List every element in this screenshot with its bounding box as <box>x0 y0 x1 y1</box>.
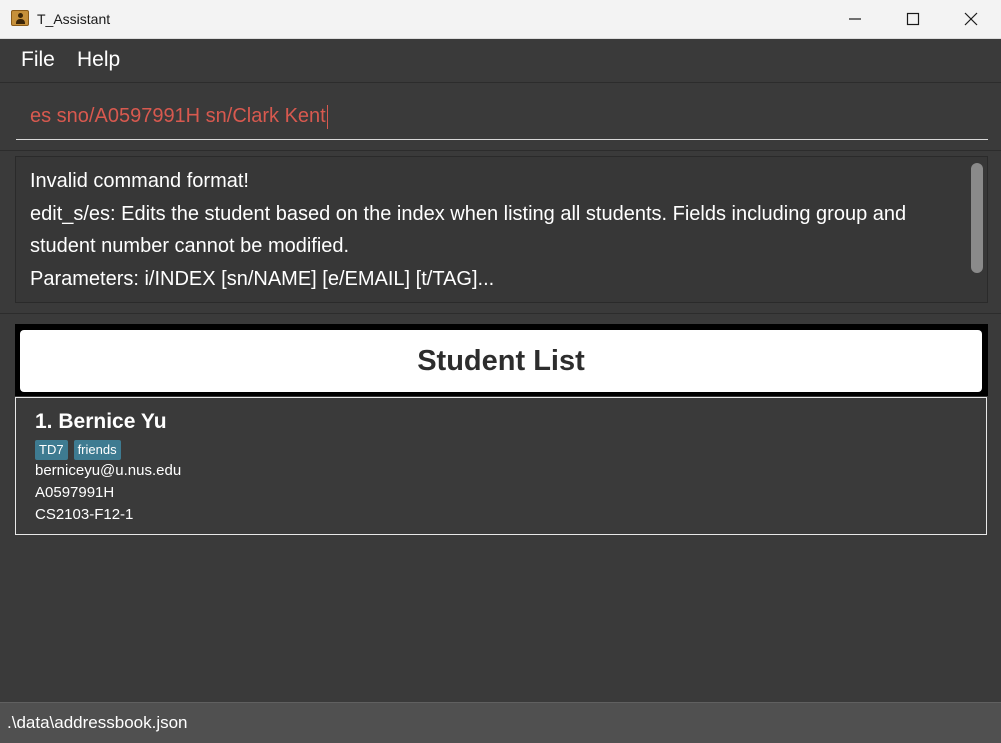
result-text: Invalid command format! edit_s/es: Edits… <box>30 165 960 295</box>
minimize-icon <box>849 18 861 20</box>
student-list-header: Student List <box>20 330 982 392</box>
command-text: es sno/A0597991H sn/Clark Kent <box>30 105 326 127</box>
menu-help[interactable]: Help <box>77 48 120 72</box>
student-card[interactable]: 1. Bernice Yu TD7 friends berniceyu@u.nus… <box>15 397 987 535</box>
close-icon <box>964 12 978 26</box>
student-number: A0597991H <box>35 484 115 501</box>
result-line: edit_s/es: Edits the student based on th… <box>30 202 907 225</box>
status-file-path: .\data\addressbook.json <box>7 713 188 732</box>
maximize-button[interactable] <box>884 0 942 38</box>
command-input[interactable]: es sno/A0597991H sn/Clark Kent <box>16 96 988 140</box>
result-line: Parameters: i/INDEX [sn/NAME] [e/EMAIL] … <box>30 267 495 290</box>
student-name: 1. Bernice Yu <box>35 410 167 433</box>
app-icon <box>11 10 29 26</box>
status-bar: .\data\addressbook.json <box>0 702 1001 743</box>
menu-bar: File Help <box>0 39 1001 83</box>
maximize-icon <box>906 12 920 26</box>
tag-list: TD7 friends <box>35 440 127 460</box>
window-title: T_Assistant <box>37 11 111 27</box>
student-group: CS2103-F12-1 <box>35 506 134 523</box>
menu-file[interactable]: File <box>21 48 55 72</box>
tag-badge: TD7 <box>35 440 68 460</box>
result-scrollbar[interactable] <box>971 163 983 273</box>
close-button[interactable] <box>942 0 1000 38</box>
result-line: Invalid command format! <box>30 170 249 192</box>
result-display[interactable]: Invalid command format! edit_s/es: Edits… <box>15 156 988 303</box>
minimize-button[interactable] <box>826 0 884 38</box>
result-line: student number cannot be modified. <box>30 235 350 257</box>
title-bar: T_Assistant <box>0 0 1001 39</box>
text-caret <box>326 104 328 129</box>
tag-badge: friends <box>73 440 121 460</box>
student-email: berniceyu@u.nus.edu <box>35 462 182 479</box>
